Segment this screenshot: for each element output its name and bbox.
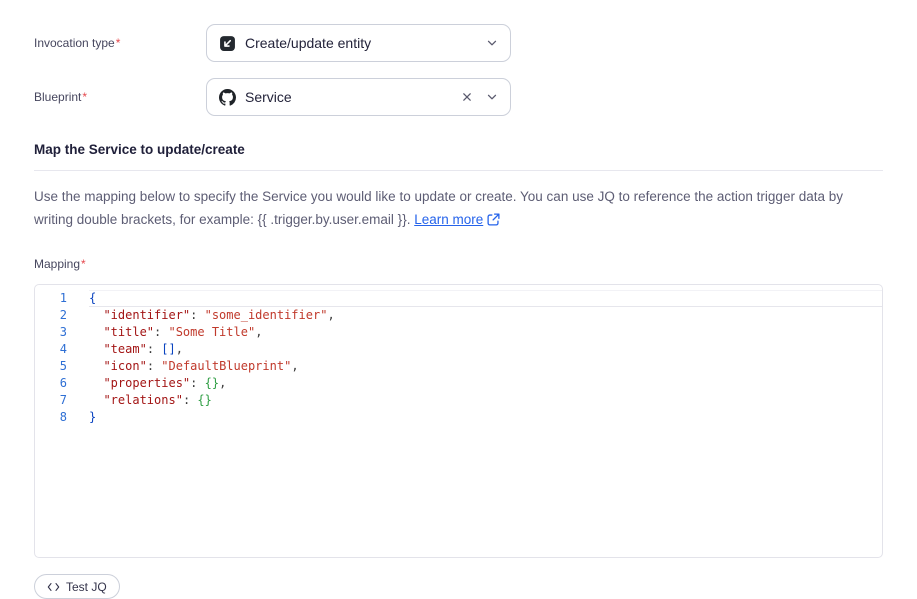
code-brackets-icon <box>47 582 60 592</box>
line-number: 4 <box>35 341 67 358</box>
github-icon <box>219 89 236 106</box>
chevron-down-icon <box>486 91 498 103</box>
required-asterisk: * <box>82 90 87 104</box>
blueprint-label-text: Blueprint <box>34 90 81 104</box>
blueprint-select[interactable]: Service <box>206 78 511 116</box>
line-content: } <box>89 409 882 426</box>
code-line[interactable]: 4 "team": [], <box>35 341 882 358</box>
code-line[interactable]: 3 "title": "Some Title", <box>35 324 882 341</box>
code-line[interactable]: 2 "identifier": "some_identifier", <box>35 307 882 324</box>
line-number: 2 <box>35 307 67 324</box>
line-number: 5 <box>35 358 67 375</box>
invocation-type-value: Create/update entity <box>245 35 477 51</box>
learn-more-link[interactable]: Learn more <box>414 212 483 227</box>
code-line[interactable]: 8} <box>35 409 882 426</box>
invocation-type-row: Invocation type* Create/update entity <box>34 24 883 62</box>
line-content: "title": "Some Title", <box>89 324 882 341</box>
entity-icon <box>219 35 236 52</box>
test-jq-label: Test JQ <box>66 580 107 594</box>
chevron-down-icon <box>486 37 498 49</box>
invocation-type-select[interactable]: Create/update entity <box>206 24 511 62</box>
line-content: "team": [], <box>89 341 882 358</box>
line-number: 8 <box>35 409 67 426</box>
code-line[interactable]: 1{ <box>35 290 882 307</box>
mapping-editor[interactable]: 1{2 "identifier": "some_identifier",3 "t… <box>34 284 883 558</box>
code-line[interactable]: 7 "relations": {} <box>35 392 882 409</box>
required-asterisk: * <box>81 257 86 271</box>
blueprint-label: Blueprint* <box>34 90 206 104</box>
mapping-label: Mapping* <box>34 257 883 271</box>
line-content: "icon": "DefaultBlueprint", <box>89 358 882 375</box>
required-asterisk: * <box>116 36 121 50</box>
line-content: "properties": {}, <box>89 375 882 392</box>
action-mapping-form: Invocation type* Create/update entity Bl… <box>0 0 917 599</box>
external-link-icon[interactable] <box>487 211 500 224</box>
clear-selection-icon[interactable] <box>461 91 473 103</box>
blueprint-row: Blueprint* Service <box>34 78 883 116</box>
invocation-type-label: Invocation type* <box>34 36 206 50</box>
line-content: "relations": {} <box>89 392 882 409</box>
blueprint-value: Service <box>245 89 452 105</box>
line-number: 7 <box>35 392 67 409</box>
line-content: { <box>89 290 882 307</box>
mapping-description: Use the mapping below to specify the Ser… <box>34 186 883 231</box>
invocation-type-label-text: Invocation type <box>34 36 115 50</box>
editor-lines: 1{2 "identifier": "some_identifier",3 "t… <box>35 290 882 426</box>
section-title: Map the Service to update/create <box>34 142 883 157</box>
code-line[interactable]: 6 "properties": {}, <box>35 375 882 392</box>
divider <box>34 170 883 171</box>
line-content: "identifier": "some_identifier", <box>89 307 882 324</box>
test-jq-button[interactable]: Test JQ <box>34 574 120 599</box>
line-number: 1 <box>35 290 67 307</box>
line-number: 6 <box>35 375 67 392</box>
line-number: 3 <box>35 324 67 341</box>
mapping-label-text: Mapping <box>34 257 80 271</box>
code-line[interactable]: 5 "icon": "DefaultBlueprint", <box>35 358 882 375</box>
